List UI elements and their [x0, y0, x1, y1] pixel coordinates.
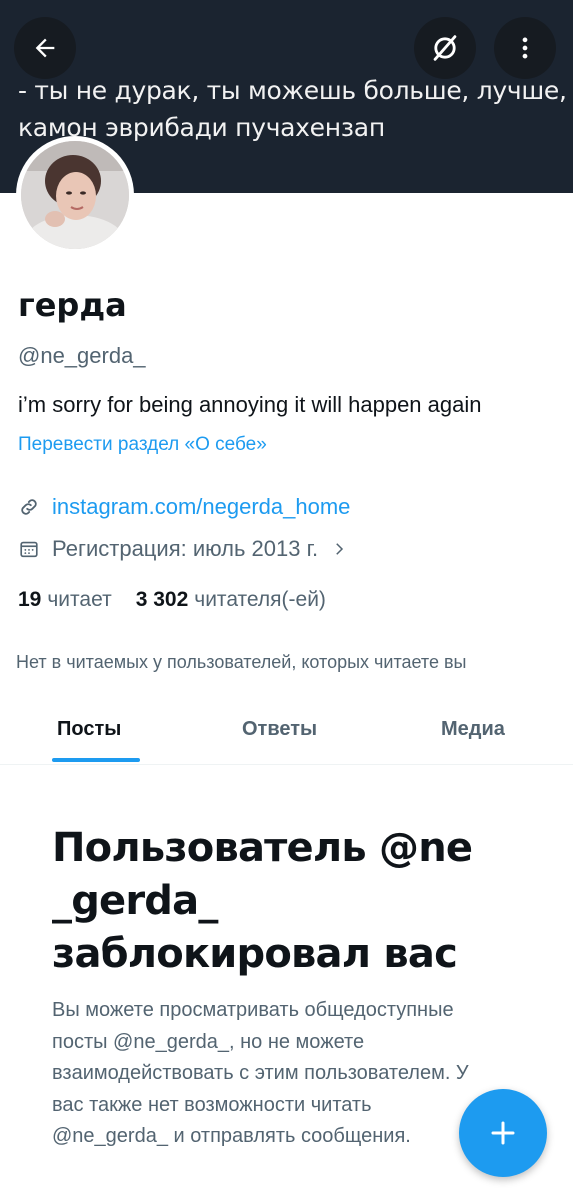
tab-posts[interactable]: Посты: [57, 718, 121, 741]
tab-replies[interactable]: Ответы: [242, 718, 317, 741]
chevron-right-icon: [336, 543, 344, 555]
followers-stat[interactable]: 3 302 читателя(-ей): [136, 588, 326, 612]
back-button[interactable]: [14, 17, 76, 79]
profile-bio: i’m sorry for being annoying it will hap…: [18, 392, 482, 417]
translate-bio-link[interactable]: Перевести раздел «О себе»: [18, 434, 267, 456]
link-icon: [21, 499, 37, 515]
arrow-left-icon: [35, 38, 55, 58]
tab-media[interactable]: Медиа: [441, 718, 505, 741]
following-stat[interactable]: 19 читает: [18, 588, 112, 612]
blocked-title: Пользователь @ne _gerda_ заблокировал ва…: [52, 825, 473, 977]
following-label: читает: [47, 588, 112, 611]
profile-tabs: Посты Ответы Медиа: [0, 700, 573, 765]
profile-handle: @ne_gerda_: [18, 343, 146, 368]
notifications-button[interactable]: [414, 17, 476, 79]
join-date-text: Регистрация: июль 2013 г.: [52, 536, 319, 561]
followers-label: читателя(-ей): [194, 588, 326, 611]
more-vertical-icon: [522, 37, 528, 59]
banner-text-line-1: - ты не дурак, ты можешь больше, лучше,: [18, 76, 567, 105]
blocked-description: Вы можете просматривать общедоступные по…: [52, 999, 469, 1147]
bell-off-icon: [433, 35, 457, 61]
more-options-button[interactable]: [494, 17, 556, 79]
calendar-icon: [20, 541, 38, 558]
avatar-photo: [21, 141, 129, 249]
plus-icon: [491, 1121, 515, 1145]
active-tab-indicator: [52, 758, 140, 762]
followers-count: 3 302: [135, 588, 189, 611]
profile-link-row[interactable]: instagram.com/negerda_home: [18, 494, 350, 520]
profile-website-link[interactable]: instagram.com/negerda_home: [52, 494, 350, 520]
avatar[interactable]: [16, 136, 134, 254]
avatar-image: [21, 141, 129, 249]
join-date-row[interactable]: Регистрация: июль 2013 г.: [18, 536, 348, 562]
compose-button[interactable]: [459, 1089, 547, 1177]
profile-name: герда: [18, 286, 127, 324]
following-count: 19: [18, 588, 42, 611]
mutuals-notice: Нет в читаемых у пользователей, которых …: [16, 652, 467, 672]
follow-stats: 19 читает 3 302 читателя(-ей): [18, 588, 326, 612]
